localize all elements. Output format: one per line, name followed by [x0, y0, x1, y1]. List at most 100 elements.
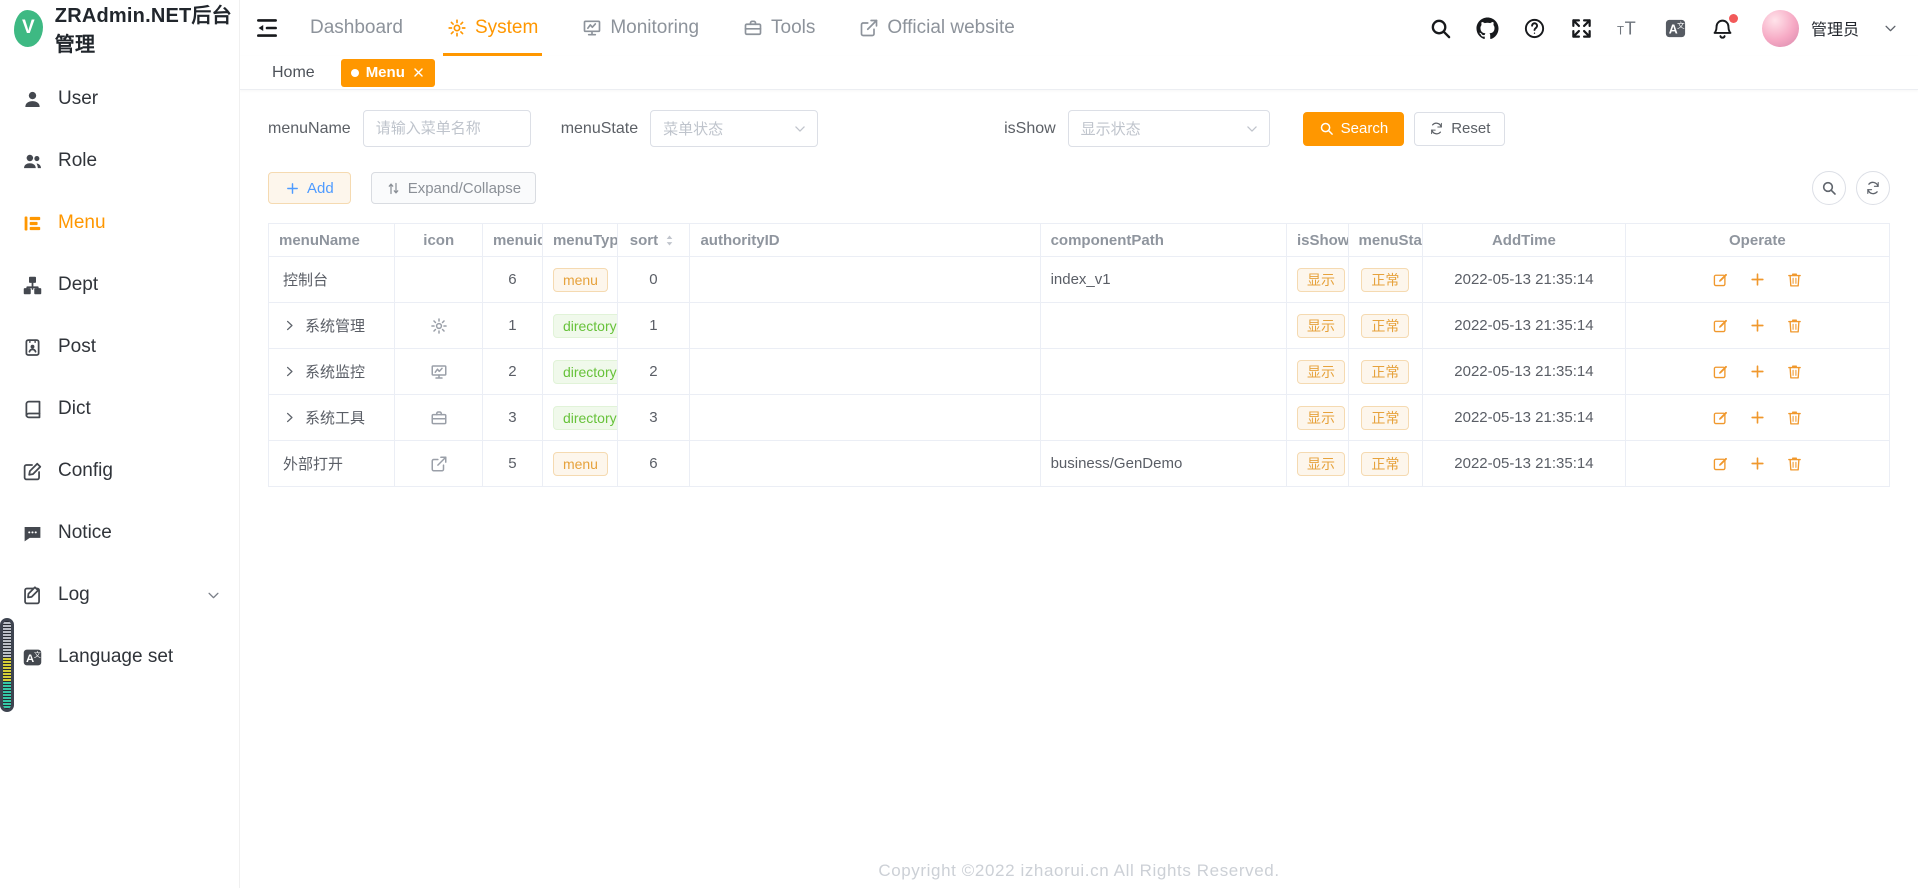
cell-menuid: 5	[482, 441, 542, 487]
plus-icon[interactable]	[1749, 271, 1766, 288]
sidebar-item-user[interactable]: User	[0, 68, 239, 130]
menu-state-select[interactable]: 菜单状态	[650, 110, 818, 147]
edit-icon[interactable]	[1712, 317, 1729, 334]
edit-icon[interactable]	[1712, 409, 1729, 426]
sidebar-item-config[interactable]: Config	[0, 440, 239, 502]
plus-icon[interactable]	[1749, 317, 1766, 334]
nav-item-official-website[interactable]: Official website	[859, 0, 1014, 56]
svg-text:文: 文	[34, 650, 41, 659]
nav-item-tools[interactable]: Tools	[743, 0, 815, 56]
column-header-authorityid: authorityID	[690, 224, 1040, 257]
cell-sort: 3	[617, 395, 690, 441]
sidebar-item-dept[interactable]: Dept	[0, 254, 239, 316]
nav-item-monitoring[interactable]: Monitoring	[582, 0, 699, 56]
show-search-button[interactable]	[1812, 171, 1846, 205]
menu-name-input[interactable]	[363, 110, 531, 147]
add-button[interactable]: Add	[268, 172, 351, 204]
menu-name-text: 系统工具	[305, 410, 365, 427]
question-icon[interactable]	[1523, 17, 1546, 40]
cell-sort: 2	[617, 349, 690, 395]
close-icon[interactable]	[412, 66, 425, 79]
translate-icon[interactable]: A文	[1664, 17, 1687, 40]
chevron-right-icon[interactable]	[283, 411, 296, 424]
sidebar-item-language-set[interactable]: A文Language set	[0, 626, 239, 688]
plus-icon[interactable]	[1749, 409, 1766, 426]
minimap-widget[interactable]	[0, 618, 14, 712]
delete-icon[interactable]	[1786, 455, 1803, 472]
edit-icon[interactable]	[1712, 363, 1729, 380]
bell-icon[interactable]	[1711, 17, 1734, 40]
column-label: menuType	[553, 232, 617, 249]
cell-icon-col	[395, 349, 483, 395]
expand-collapse-icon	[386, 181, 401, 196]
delete-icon[interactable]	[1786, 317, 1803, 334]
edit-icon[interactable]	[1712, 271, 1729, 288]
sort-caret-icon[interactable]	[662, 233, 677, 248]
github-icon[interactable]	[1476, 17, 1499, 40]
sidebar-item-label: Notice	[58, 522, 112, 544]
refresh-table-button[interactable]	[1856, 171, 1890, 205]
table-row: 系统工具3directory3显示正常2022-05-13 21:35:14	[269, 395, 1890, 441]
cell-component-path	[1040, 395, 1286, 441]
is-show-tag: 显示	[1297, 406, 1345, 430]
reset-button[interactable]: Reset	[1414, 112, 1505, 146]
sidebar-item-log[interactable]: Log	[0, 564, 239, 626]
footer-copyright: Copyright ©2022 izhaorui.cn All Rights R…	[240, 854, 1918, 888]
chevron-down-icon[interactable]	[1883, 21, 1898, 36]
menu-state-tag: 正常	[1361, 406, 1409, 430]
cell-menuid: 2	[482, 349, 542, 395]
delete-icon[interactable]	[1786, 363, 1803, 380]
sidebar-item-menu[interactable]: Menu	[0, 192, 239, 254]
avatar[interactable]	[1762, 10, 1799, 47]
cell-menu-state: 正常	[1348, 303, 1423, 349]
cell-menu-state: 正常	[1348, 441, 1423, 487]
monitor-icon	[430, 363, 448, 381]
app-logo[interactable]: V ZRAdmin.NET后台管理	[0, 0, 239, 56]
sort-control[interactable]: sort	[630, 232, 677, 249]
expand-collapse-button[interactable]: Expand/Collapse	[371, 172, 536, 204]
search-icon[interactable]	[1429, 17, 1452, 40]
column-header-isshow: isShow	[1286, 224, 1348, 257]
toolbox-icon	[743, 18, 763, 38]
is-show-tag: 显示	[1297, 268, 1345, 292]
is-show-select[interactable]: 显示状态	[1068, 110, 1270, 147]
app-title: ZRAdmin.NET后台管理	[55, 0, 239, 57]
search-button[interactable]: Search	[1303, 112, 1405, 146]
sidebar-item-notice[interactable]: Notice	[0, 502, 239, 564]
cell-menu-type: menu	[542, 441, 617, 487]
cell-menu-name: 控制台	[269, 257, 395, 303]
cell-menu-name: 系统工具	[269, 395, 395, 441]
cell-component-path: index_v1	[1040, 257, 1286, 303]
collapse-menu-icon[interactable]	[254, 15, 280, 41]
sidebar-item-post[interactable]: Post	[0, 316, 239, 378]
log-icon	[22, 585, 43, 606]
delete-icon[interactable]	[1786, 409, 1803, 426]
sidebar-item-role[interactable]: Role	[0, 130, 239, 192]
delete-icon[interactable]	[1786, 271, 1803, 288]
plus-icon[interactable]	[1749, 455, 1766, 472]
column-label: authorityID	[700, 232, 779, 249]
menu-state-tag: 正常	[1361, 452, 1409, 476]
chevron-right-icon[interactable]	[283, 319, 296, 332]
text-size-icon[interactable]: TT	[1617, 17, 1640, 40]
fullscreen-icon[interactable]	[1570, 17, 1593, 40]
plus-icon[interactable]	[1749, 363, 1766, 380]
sidebar-item-dict[interactable]: Dict	[0, 378, 239, 440]
nav-item-system[interactable]: System	[447, 0, 538, 56]
column-label: icon	[423, 232, 454, 249]
refresh-icon	[1865, 180, 1881, 196]
is-show-tag: 显示	[1297, 360, 1345, 384]
tab-home[interactable]: Home	[268, 59, 319, 87]
cell-menu-state: 正常	[1348, 257, 1423, 303]
column-header-menustate: menuState	[1348, 224, 1423, 257]
menu-state-placeholder: 菜单状态	[663, 118, 723, 139]
tab-menu[interactable]: Menu	[341, 59, 435, 87]
chevron-right-icon[interactable]	[283, 365, 296, 378]
menu-tree-icon	[22, 213, 43, 234]
cell-menu-type: directory	[542, 349, 617, 395]
nav-item-dashboard[interactable]: Dashboard	[310, 0, 403, 56]
column-header-sort[interactable]: sort	[617, 224, 690, 257]
chevron-down-icon	[793, 122, 807, 136]
edit-icon[interactable]	[1712, 455, 1729, 472]
cell-operate	[1625, 257, 1889, 303]
